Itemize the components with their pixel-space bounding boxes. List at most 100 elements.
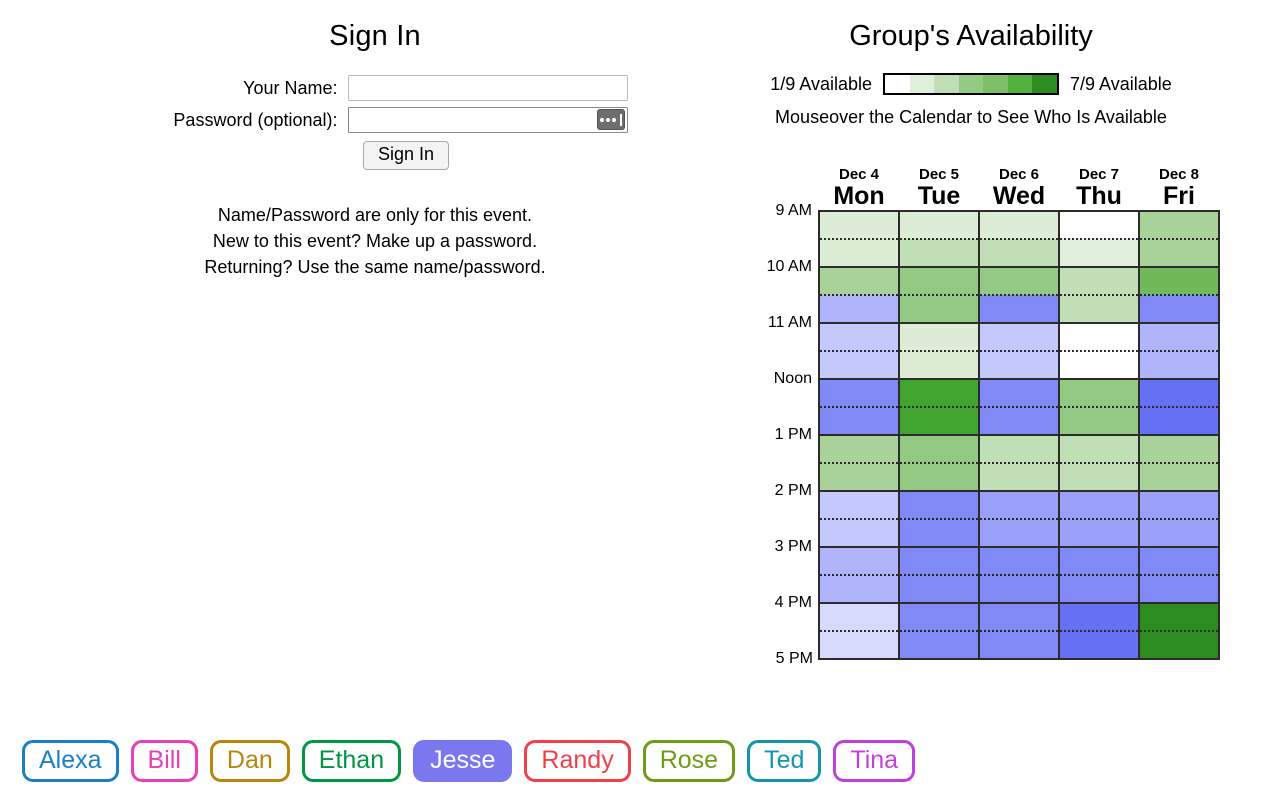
name-input[interactable] bbox=[347, 75, 628, 101]
time-slot-tue-1330[interactable] bbox=[898, 462, 980, 491]
time-slot-fri-1500[interactable] bbox=[1138, 546, 1220, 575]
participant-badge-bill[interactable]: Bill bbox=[130, 740, 198, 782]
password-input[interactable] bbox=[347, 107, 628, 133]
time-slot-thu-1030[interactable] bbox=[1058, 294, 1140, 323]
day-header-tue: Dec 5 Tue bbox=[899, 166, 979, 211]
time-slot-thu-1000[interactable] bbox=[1058, 266, 1140, 295]
time-slot-wed-1000[interactable] bbox=[978, 266, 1060, 295]
time-slot-wed-900[interactable] bbox=[978, 210, 1060, 239]
time-slot-tue-1300[interactable] bbox=[898, 434, 980, 463]
time-slot-wed-1200[interactable] bbox=[978, 378, 1060, 407]
time-label: 9 AM bbox=[775, 202, 812, 219]
participant-badge-alexa[interactable]: Alexa bbox=[22, 740, 119, 782]
time-slot-fri-1430[interactable] bbox=[1138, 518, 1220, 547]
time-slot-fri-1330[interactable] bbox=[1138, 462, 1220, 491]
time-slot-mon-1330[interactable] bbox=[818, 462, 900, 491]
time-slot-wed-1630[interactable] bbox=[978, 630, 1060, 660]
time-slot-mon-1130[interactable] bbox=[818, 350, 900, 379]
time-slot-wed-1400[interactable] bbox=[978, 490, 1060, 519]
when2meet-page: Sign In Your Name: Password (optional): bbox=[0, 0, 1280, 800]
time-slot-tue-1630[interactable] bbox=[898, 630, 980, 660]
time-slot-thu-1130[interactable] bbox=[1058, 350, 1140, 379]
time-slot-fri-1000[interactable] bbox=[1138, 266, 1220, 295]
time-slot-wed-1530[interactable] bbox=[978, 574, 1060, 603]
time-slot-tue-1230[interactable] bbox=[898, 406, 980, 435]
participant-badge-tina[interactable]: Tina bbox=[833, 740, 916, 782]
time-slot-wed-1500[interactable] bbox=[978, 546, 1060, 575]
time-slot-tue-1130[interactable] bbox=[898, 350, 980, 379]
time-slot-mon-1000[interactable] bbox=[818, 266, 900, 295]
time-slot-thu-1430[interactable] bbox=[1058, 518, 1140, 547]
time-slot-wed-1030[interactable] bbox=[978, 294, 1060, 323]
time-slot-tue-1000[interactable] bbox=[898, 266, 980, 295]
time-slot-tue-1400[interactable] bbox=[898, 490, 980, 519]
time-slot-wed-1330[interactable] bbox=[978, 462, 1060, 491]
sign-in-button[interactable]: Sign In bbox=[362, 141, 450, 170]
time-slot-fri-1400[interactable] bbox=[1138, 490, 1220, 519]
participant-badge-randy[interactable]: Randy bbox=[524, 740, 631, 782]
time-slot-fri-1130[interactable] bbox=[1138, 350, 1220, 379]
time-slot-mon-1500[interactable] bbox=[818, 546, 900, 575]
time-slot-mon-1430[interactable] bbox=[818, 518, 900, 547]
time-slot-mon-1530[interactable] bbox=[818, 574, 900, 603]
time-slot-tue-1500[interactable] bbox=[898, 546, 980, 575]
time-slot-thu-1300[interactable] bbox=[1058, 434, 1140, 463]
time-slot-fri-1630[interactable] bbox=[1138, 630, 1220, 660]
time-slot-mon-900[interactable] bbox=[818, 210, 900, 239]
availability-legend: 1/9 Available 7/9 Available bbox=[700, 73, 1280, 95]
time-slot-wed-1600[interactable] bbox=[978, 602, 1060, 631]
time-slot-thu-900[interactable] bbox=[1058, 210, 1140, 239]
time-label: 2 PM bbox=[774, 482, 812, 499]
time-slot-mon-1200[interactable] bbox=[818, 378, 900, 407]
time-slot-wed-930[interactable] bbox=[978, 238, 1060, 267]
participant-badge-jesse[interactable]: Jesse bbox=[413, 740, 513, 782]
participant-badge-ethan[interactable]: Ethan bbox=[301, 740, 402, 782]
time-slot-thu-1100[interactable] bbox=[1058, 322, 1140, 351]
time-slot-mon-1030[interactable] bbox=[818, 294, 900, 323]
time-slot-mon-1230[interactable] bbox=[818, 406, 900, 435]
time-slot-fri-1230[interactable] bbox=[1138, 406, 1220, 435]
time-slot-wed-1300[interactable] bbox=[978, 434, 1060, 463]
time-slot-tue-1030[interactable] bbox=[898, 294, 980, 323]
time-slot-wed-1430[interactable] bbox=[978, 518, 1060, 547]
time-slot-tue-1200[interactable] bbox=[898, 378, 980, 407]
participant-badge-ted[interactable]: Ted bbox=[747, 740, 822, 782]
time-slot-thu-1530[interactable] bbox=[1058, 574, 1140, 603]
time-slot-thu-1230[interactable] bbox=[1058, 406, 1140, 435]
participant-badge-rose[interactable]: Rose bbox=[642, 740, 736, 782]
time-slot-wed-1230[interactable] bbox=[978, 406, 1060, 435]
password-manager-icon[interactable] bbox=[597, 110, 624, 129]
time-slot-thu-1630[interactable] bbox=[1058, 630, 1140, 660]
time-slot-tue-1530[interactable] bbox=[898, 574, 980, 603]
time-slot-fri-1300[interactable] bbox=[1138, 434, 1220, 463]
time-slot-fri-930[interactable] bbox=[1138, 238, 1220, 267]
time-slot-fri-1600[interactable] bbox=[1138, 602, 1220, 631]
time-slot-fri-1100[interactable] bbox=[1138, 322, 1220, 351]
time-slot-tue-1430[interactable] bbox=[898, 518, 980, 547]
time-slot-tue-1600[interactable] bbox=[898, 602, 980, 631]
legend-gradient-bar bbox=[883, 73, 1059, 95]
time-slot-wed-1130[interactable] bbox=[978, 350, 1060, 379]
time-slot-thu-1600[interactable] bbox=[1058, 602, 1140, 631]
time-slot-mon-1600[interactable] bbox=[818, 602, 900, 631]
time-slot-mon-1630[interactable] bbox=[818, 630, 900, 660]
time-slot-thu-1200[interactable] bbox=[1058, 378, 1140, 407]
participant-badge-dan[interactable]: Dan bbox=[209, 740, 290, 782]
time-slot-thu-930[interactable] bbox=[1058, 238, 1140, 267]
time-slot-mon-1100[interactable] bbox=[818, 322, 900, 351]
time-slot-thu-1500[interactable] bbox=[1058, 546, 1140, 575]
time-slot-tue-1100[interactable] bbox=[898, 322, 980, 351]
time-slot-fri-1030[interactable] bbox=[1138, 294, 1220, 323]
time-slot-fri-900[interactable] bbox=[1138, 210, 1220, 239]
availability-calendar[interactable]: Dec 4 Mon Dec 5 Tue Dec 6 Wed Dec 7 Thu Dec 8 Fri… bbox=[760, 166, 1220, 667]
time-slot-tue-930[interactable] bbox=[898, 238, 980, 267]
time-slot-wed-1100[interactable] bbox=[978, 322, 1060, 351]
time-slot-mon-1300[interactable] bbox=[818, 434, 900, 463]
time-slot-thu-1400[interactable] bbox=[1058, 490, 1140, 519]
time-slot-fri-1530[interactable] bbox=[1138, 574, 1220, 603]
time-slot-thu-1330[interactable] bbox=[1058, 462, 1140, 491]
time-slot-fri-1200[interactable] bbox=[1138, 378, 1220, 407]
time-slot-mon-1400[interactable] bbox=[818, 490, 900, 519]
time-slot-mon-930[interactable] bbox=[818, 238, 900, 267]
time-slot-tue-900[interactable] bbox=[898, 210, 980, 239]
